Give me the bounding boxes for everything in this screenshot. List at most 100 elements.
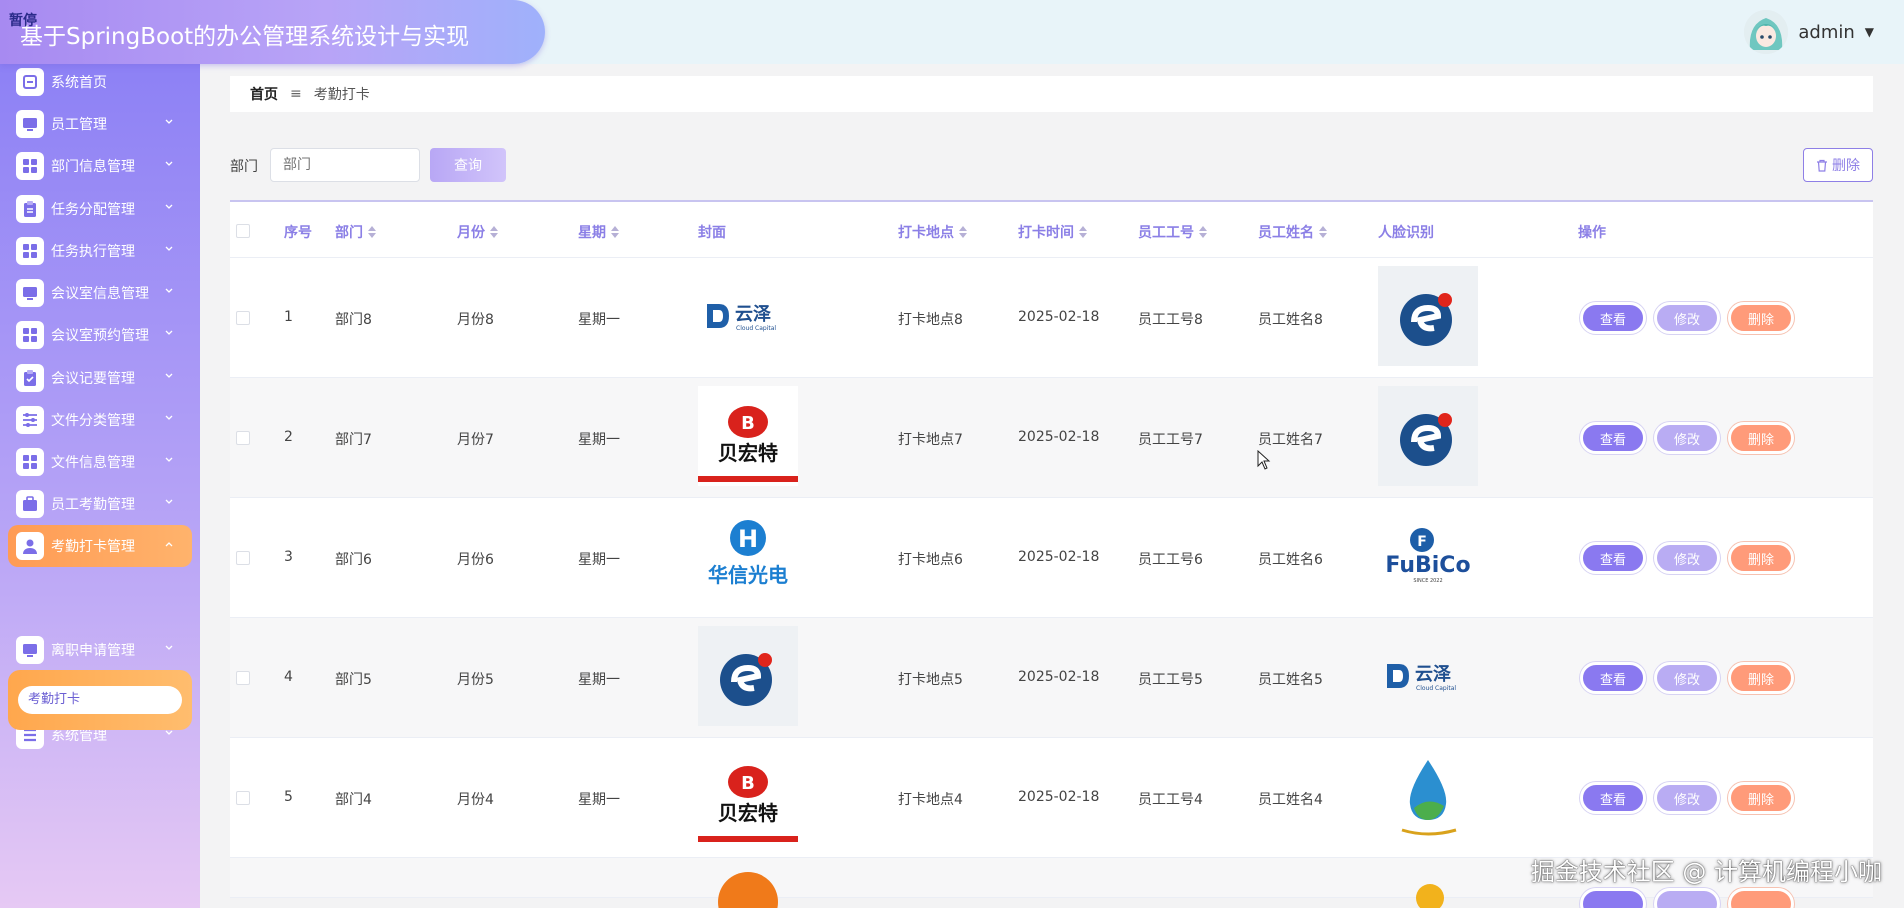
- sidebar-item-8[interactable]: 会议记要管理: [8, 357, 192, 399]
- th-emp-no[interactable]: 员工工号: [1138, 222, 1207, 242]
- row-checkbox[interactable]: [236, 311, 250, 325]
- cell-emp-no: 员工工号4: [1138, 792, 1203, 808]
- edit-button[interactable]: 修改: [1654, 662, 1720, 694]
- sliders-icon: [16, 406, 44, 434]
- breadcrumb-home[interactable]: 首页: [250, 84, 278, 104]
- user-icon: [16, 532, 44, 560]
- cell-index: 2: [284, 429, 293, 445]
- delete-button-partial[interactable]: [1728, 888, 1794, 908]
- th-time[interactable]: 打卡时间: [1018, 222, 1087, 242]
- row-checkbox[interactable]: [236, 671, 250, 685]
- cell-face-image[interactable]: [1378, 386, 1478, 486]
- search-bar: 部门 查询 删除: [230, 146, 1873, 184]
- row-checkbox[interactable]: [236, 791, 250, 805]
- e-logo-icon: [1378, 386, 1478, 486]
- cell-index: 1: [284, 309, 293, 325]
- delete-button[interactable]: 删除: [1728, 662, 1794, 694]
- user-menu[interactable]: admin ▼: [1744, 8, 1874, 56]
- sort-icon: [490, 226, 498, 238]
- batch-delete-button[interactable]: 删除: [1803, 148, 1873, 182]
- sidebar-item-5[interactable]: 任务执行管理: [8, 230, 192, 272]
- sidebar-item-3[interactable]: 部门信息管理: [8, 145, 192, 187]
- sort-icon: [959, 226, 967, 238]
- beihongte-logo-icon: B 贝宏特: [698, 386, 798, 486]
- briefcase-icon: [16, 490, 44, 518]
- cell-face-image[interactable]: 云泽 Cloud Capital: [1378, 626, 1478, 726]
- edit-button[interactable]: 修改: [1654, 422, 1720, 454]
- title-banner: 基于SpringBoot的办公管理系统设计与实现 暂停: [0, 0, 545, 64]
- edit-button[interactable]: 修改: [1654, 782, 1720, 814]
- cell-cover-image[interactable]: B 贝宏特: [698, 386, 798, 486]
- edit-button-partial[interactable]: [1654, 888, 1720, 908]
- th-emp-name[interactable]: 员工姓名: [1258, 222, 1327, 242]
- edit-button[interactable]: 修改: [1654, 542, 1720, 574]
- cell-index: 3: [284, 549, 293, 565]
- th-place[interactable]: 打卡地点: [898, 222, 967, 242]
- sidebar-item-7[interactable]: 会议室预约管理: [8, 314, 192, 356]
- view-button[interactable]: 查看: [1580, 302, 1646, 334]
- cell-emp-name: 员工姓名6: [1258, 552, 1323, 568]
- cell-cover-image[interactable]: B 贝宏特: [698, 746, 798, 846]
- svg-text:云泽: 云泽: [1415, 664, 1451, 685]
- attendance-table: 序号 部门 月份 星期 封面 打卡地点 打卡时间 员工工号 员工姓名 人脸识别 …: [230, 200, 1873, 908]
- sidebar-item-4[interactable]: 任务分配管理: [8, 188, 192, 230]
- sidebar-item-6[interactable]: 会议室信息管理: [8, 272, 192, 314]
- drop-logo-icon: [1378, 746, 1478, 846]
- th-month[interactable]: 月份: [457, 222, 498, 242]
- svg-text:Cloud Capital: Cloud Capital: [1416, 685, 1456, 692]
- svg-text:云泽: 云泽: [735, 304, 771, 325]
- view-button-partial[interactable]: [1580, 888, 1646, 908]
- chevron-down-icon: [165, 161, 173, 166]
- cell-cover-image[interactable]: H 华信光电: [698, 506, 798, 606]
- huaxin-logo-icon: H 华信光电: [708, 520, 788, 587]
- sidebar-item-10[interactable]: 文件信息管理: [8, 441, 192, 483]
- sidebar-item-label: 员工考勤管理: [51, 497, 135, 513]
- sidebar-item-2[interactable]: 员工管理: [8, 103, 192, 145]
- select-all-checkbox[interactable]: [236, 224, 250, 238]
- chevron-down-icon: [165, 645, 173, 650]
- view-button[interactable]: 查看: [1580, 422, 1646, 454]
- sidebar-item-label: 离职申请管理: [51, 643, 135, 659]
- sidebar-item-1[interactable]: 系统首页: [8, 64, 192, 103]
- sidebar-item-13[interactable]: 离职申请管理: [8, 629, 192, 671]
- fubico-logo-icon: F FuBiCo SINCE 2022: [1385, 528, 1471, 584]
- submenu-item-attendance[interactable]: 考勤打卡: [18, 686, 182, 714]
- delete-button[interactable]: 删除: [1728, 782, 1794, 814]
- sidebar-item-label: 会议记要管理: [51, 371, 135, 387]
- delete-button[interactable]: 删除: [1728, 302, 1794, 334]
- cell-cover-image[interactable]: 云泽 Cloud Capital: [698, 266, 798, 366]
- cell-month: 月份5: [457, 672, 494, 688]
- row-checkbox[interactable]: [236, 551, 250, 565]
- cell-face-image[interactable]: [1378, 746, 1478, 846]
- cell-face-image[interactable]: F FuBiCo SINCE 2022: [1378, 506, 1478, 606]
- cell-place: 打卡地点8: [898, 312, 963, 328]
- batch-delete-label: 删除: [1832, 158, 1860, 174]
- row-checkbox[interactable]: [236, 431, 250, 445]
- query-button[interactable]: 查询: [430, 148, 506, 182]
- sidebar-item-label: 系统首页: [51, 75, 107, 91]
- sidebar-item-label: 任务执行管理: [51, 244, 135, 260]
- sidebar-item-label: 会议室预约管理: [51, 328, 149, 344]
- view-button[interactable]: 查看: [1580, 662, 1646, 694]
- delete-button[interactable]: 删除: [1728, 422, 1794, 454]
- th-dept[interactable]: 部门: [335, 222, 376, 242]
- sidebar-item-11[interactable]: 员工考勤管理: [8, 483, 192, 525]
- view-button[interactable]: 查看: [1580, 782, 1646, 814]
- cell-cover-image[interactable]: [698, 626, 798, 726]
- svg-text:H: H: [738, 525, 758, 553]
- cell-face-image[interactable]: [1378, 266, 1478, 366]
- mouse-cursor-icon: [1257, 450, 1271, 470]
- sidebar-item-12[interactable]: 考勤打卡管理: [8, 525, 192, 567]
- th-week[interactable]: 星期: [578, 222, 619, 242]
- sidebar-item-label: 会议室信息管理: [51, 286, 149, 302]
- view-button[interactable]: 查看: [1580, 542, 1646, 574]
- dept-search-input[interactable]: [270, 148, 420, 182]
- cell-time: 2025-02-18: [1018, 789, 1100, 805]
- cell-emp-name: 员工姓名5: [1258, 672, 1323, 688]
- delete-button[interactable]: 删除: [1728, 542, 1794, 574]
- cell-month: 月份6: [457, 552, 494, 568]
- table-row: 5 部门4 月份4 星期一 B 贝宏特 打卡地点4 2025-02-18 员工工…: [230, 738, 1873, 858]
- edit-button[interactable]: 修改: [1654, 302, 1720, 334]
- sidebar-item-9[interactable]: 文件分类管理: [8, 399, 192, 441]
- svg-text:F: F: [1417, 534, 1427, 550]
